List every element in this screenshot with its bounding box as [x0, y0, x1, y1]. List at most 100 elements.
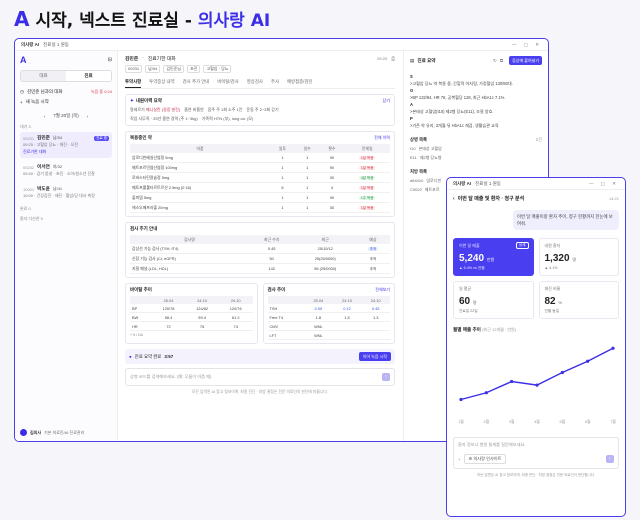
medication-history-link[interactable]: 전체 이력 — [374, 135, 390, 141]
drug-dose: 1 — [270, 192, 295, 203]
code: C9022 — [410, 187, 422, 192]
history-value: HTN (부), lung ca. (모) — [213, 116, 254, 121]
new-record-button[interactable]: + 새 녹음 시작 — [20, 97, 112, 107]
drug-status-cell: 1달 복용 — [344, 202, 390, 213]
close-summary-link[interactable]: 닫기 — [383, 98, 390, 104]
back-icon[interactable]: ‹ — [453, 196, 455, 202]
drug-dose: 90 — [319, 192, 345, 203]
trend-value: 1.5 — [332, 312, 362, 322]
tab-record[interactable]: 투약사항 — [125, 79, 142, 88]
tab-record[interactable]: 투약증상 내역 — [149, 79, 174, 85]
user-profile[interactable]: 김의사 기본 의료진/AI 진료관리 — [20, 429, 84, 436]
metric-card[interactable]: 내원 환자 1,320 명 ▲ 4.1% — [538, 238, 619, 276]
window-controls[interactable]: — ▢ ✕ — [512, 42, 542, 48]
drug-dose: 1 — [270, 153, 295, 163]
drug-name: 메트포르민염산염정 100mg — [130, 162, 271, 173]
trend-value — [361, 321, 390, 331]
table-row[interactable]: 신장 기능 검사 (Cr, eGFR) 50 25(25/0000) 추적 — [130, 253, 390, 264]
history-field: 알레르기 페니실린 (경증 발진) — [130, 107, 180, 113]
trend-value: 1.8 — [304, 312, 333, 322]
continue-record-button[interactable]: 이어 녹음 시작 — [358, 352, 391, 361]
diagnosis-item[interactable]: E11 제2형 당뇨병 — [410, 155, 542, 161]
diagnosis-search-input[interactable]: 상병 코드를 검색해보세요. (예: 무릎이 아픔 때) ↑ — [125, 368, 395, 386]
patient-item[interactable]: 00231 김민준 남/54 진료 중 09:25 · 고혈압 당뇨 · 재진 · 오전… — [20, 132, 112, 158]
table-row[interactable]: 메토프롤롤타르트르산 2.5mg (0·16) 6 1 4 1달 복용 — [130, 182, 390, 193]
name: 암로디핀 — [426, 178, 442, 183]
table-row[interactable]: 암로디핀베실산염정 5mg 1 1 90 1달 복용 — [130, 153, 390, 163]
patient-tag: 남/54 — [145, 65, 161, 73]
section-done[interactable]: 완료 0 — [20, 206, 112, 212]
table-row[interactable]: 지질 패널 (LDL, HDL) 142 56 (25/0000) 추적 — [130, 263, 390, 274]
send-icon[interactable]: ↑ — [606, 455, 614, 463]
data-point[interactable] — [484, 391, 488, 395]
data-point[interactable] — [459, 397, 463, 402]
metric-card[interactable]: 이번 달 매출 상세 5,240 만원 ▲ 6.4% vs 전월 — [453, 238, 534, 276]
drug-dose: 1 — [270, 162, 295, 173]
data-point[interactable] — [586, 359, 590, 363]
prev-day-icon[interactable]: ‹ — [44, 114, 46, 119]
sparkle-icon: ✦ — [130, 98, 134, 103]
collapse-sidebar-icon[interactable]: ⊟ — [108, 57, 112, 63]
table-row[interactable]: 에스오메프라졸 20mg 1 1 30 1달 복용 — [130, 202, 390, 213]
row-label: BW — [130, 312, 152, 322]
tab-visit[interactable]: 진료 — [66, 71, 111, 81]
copy-icon[interactable]: ⧉ — [500, 58, 503, 63]
data-point[interactable] — [611, 346, 615, 350]
patient-item[interactable]: 00232 이서연 여/32 09:40 · 감기 몸살 · 초진 · 소아/청소년 … — [20, 161, 112, 180]
table-row: LFT WNL — [267, 330, 390, 340]
data-point[interactable] — [560, 370, 564, 375]
paste-to-chart-button[interactable]: 증상에 붙여넣기 — [509, 56, 542, 65]
table-row[interactable]: 갑상선 기능 검사 (TSH, fT4) 0.45 25/10/12 추적 — [130, 244, 390, 254]
tab-chat[interactable]: 대화 — [21, 71, 66, 81]
tab-record[interactable]: 검사 추가 안내 — [183, 79, 210, 85]
drug-dose: 1 — [294, 153, 320, 163]
section-waiting[interactable]: 대기 3 — [20, 124, 112, 130]
lab-title: 검사 주기 안내 — [130, 226, 158, 231]
trend-value: 120/78 — [151, 304, 186, 313]
trend-value — [361, 330, 390, 340]
data-point[interactable] — [510, 379, 514, 384]
table-row[interactable]: 로바스타틴칼슘정 5mg 1 1 30 4달 복용 — [130, 172, 390, 183]
drug-name: 로바스타틴칼슘정 5mg — [130, 172, 271, 183]
test-all-link[interactable]: 전체보기 — [375, 287, 390, 293]
soap-text: >기존 약 유지, 3개월 뒤 HbA1c 재검, 생활습관 교육 — [410, 123, 499, 128]
conversation-item[interactable]: ◷ 김민준 님과의 대화 녹음 중 0:24 — [20, 87, 112, 97]
diagnosis-list: 상병 목록 2건 I10 본태성 고혈압 E11 제2형 당뇨병 — [410, 137, 542, 161]
table-row[interactable]: 졸피뎀 5mg 1 1 90 1주 복용 — [130, 192, 390, 203]
plus-icon[interactable]: + — [458, 457, 460, 462]
metric-card[interactable]: 재진 비율 82 % 전월 동일 — [538, 281, 619, 319]
analysis-input[interactable]: 환자 정보나 병원 통계를 질문해보세요. + ⚙ 의사랑 인사이트 ↑ — [453, 437, 619, 469]
window2-controls[interactable]: — ▢ ✕ — [589, 181, 619, 187]
lab-value: 142 — [248, 263, 295, 274]
patient-name: 이서연 — [37, 164, 50, 169]
trend-value — [332, 321, 362, 331]
next-day-icon[interactable]: › — [87, 114, 89, 119]
tab-record[interactable]: 영상검사 — [247, 79, 263, 85]
tab-record[interactable]: 예방접종/검진 — [287, 79, 312, 85]
drug-dose: 1 — [270, 202, 295, 213]
check-icon: ● — [129, 354, 132, 359]
tab-record[interactable]: 주사 — [271, 79, 279, 85]
send-icon[interactable]: ↑ — [382, 373, 390, 381]
refresh-icon[interactable]: ↻ — [493, 58, 497, 64]
vital-more[interactable]: + 5 / DA — [130, 333, 253, 337]
data-point[interactable] — [535, 383, 539, 387]
drug-dose: 1 — [294, 172, 320, 183]
diagnosis-item[interactable]: I10 본태성 고혈압 — [410, 146, 542, 152]
metric-card[interactable]: 일 평균 60 명 진료일 22일 — [453, 281, 534, 319]
tab-record[interactable]: 바이탈/검사 — [217, 79, 238, 85]
insight-chip[interactable]: ⚙ 의사랑 인사이트 — [464, 454, 506, 464]
metric-sub: ▲ 6.4% vs 전월 — [459, 266, 485, 270]
insight-chip-label: 의사랑 인사이트 — [473, 456, 502, 461]
ai-summary-card: ✦ 내원이력 요약 닫기 알레르기 페니실린 (경증 발진) 흡연 비흡연 음주 주… — [125, 94, 395, 126]
detail-pill[interactable]: 상세 — [515, 242, 529, 249]
lab-value: 50 — [248, 253, 295, 264]
x-tick-label: 5월 — [560, 419, 566, 424]
print-icon[interactable]: ⎙ — [391, 56, 395, 62]
table-row[interactable]: 메트포르민염산염정 100mg 1 1 90 1달 복용 — [130, 162, 390, 173]
patient-item[interactable]: 10001 박도윤 남/41 10:00 · 건강검진 · 재진 · 혈압/당 대사 … — [20, 183, 112, 202]
section-hold[interactable]: 환자 다산한 0 — [20, 216, 112, 222]
summary-panel-title: 진료 요약 — [417, 57, 436, 63]
table-row: BP 120/78 124/82 120/76 — [130, 304, 253, 313]
column-header: 25.04 — [304, 296, 333, 304]
